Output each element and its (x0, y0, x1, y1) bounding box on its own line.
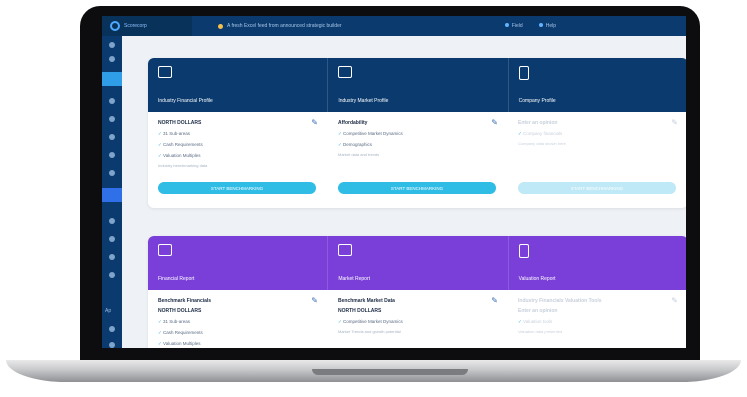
edit-icon[interactable]: ✎ (671, 118, 678, 127)
card-note: Market data and trends (338, 152, 380, 157)
edit-icon[interactable]: ✎ (671, 296, 678, 305)
sidebar-item[interactable] (109, 218, 115, 224)
top-bar: Scorecorp A fresh Excel feed from announ… (102, 16, 686, 36)
card: Affordability ✎ Competitive Market Dynam… (328, 112, 508, 208)
screen: Scorecorp A fresh Excel feed from announ… (102, 16, 686, 348)
card-title: Benchmark Market Data (338, 298, 395, 304)
message-text: A fresh Excel feed from announced strate… (227, 23, 342, 29)
panel-body: Benchmark Financials ✎ NORTH DOLLARS 31 … (148, 290, 686, 348)
card-line: Valuation tools (518, 319, 678, 325)
card-line: Cash Requirements (158, 330, 318, 336)
header-label: Company Profile (518, 98, 556, 104)
header-label: Financial Report (158, 276, 195, 282)
header-col[interactable]: Industry Market Profile (328, 58, 509, 112)
sidebar-item-active[interactable] (102, 72, 122, 86)
header-label: Market Report (338, 276, 371, 282)
edit-icon[interactable]: ✎ (491, 118, 498, 127)
panel-reports: Financial Report Market Report Valuation… (148, 236, 686, 348)
card-note: Company data shown here (518, 141, 566, 146)
header-col[interactable]: Valuation Report (509, 236, 686, 290)
notification-icon (218, 23, 223, 29)
card-title: Enter an opinion (518, 120, 558, 126)
brand[interactable]: Scorecorp (102, 16, 192, 36)
panel-header: Industry Financial Profile Industry Mark… (148, 58, 686, 112)
sidebar-item[interactable] (109, 152, 115, 158)
logo-icon (110, 21, 120, 31)
header-label: Industry Financial Profile (158, 98, 213, 104)
sidebar-item[interactable] (109, 116, 115, 122)
card: Benchmark Financials ✎ NORTH DOLLARS 31 … (148, 290, 328, 348)
header-col[interactable]: Company Profile (509, 58, 686, 112)
top-message: A fresh Excel feed from announced strate… (218, 23, 342, 29)
sidebar-label: Ap (105, 308, 112, 314)
card: NORTH DOLLARS ✎ 31 Sub-areas Cash Requir… (148, 112, 328, 208)
chart-icon (338, 66, 353, 78)
card-line: Demographics (338, 142, 498, 148)
card-title: NORTH DOLLARS (158, 120, 202, 126)
top-menu-item[interactable]: Help (539, 23, 556, 29)
sidebar-item[interactable] (109, 326, 115, 332)
header-col[interactable]: Market Report (328, 236, 509, 290)
card-note: Industry benchmarking data (158, 163, 208, 168)
briefcase-icon (158, 66, 172, 78)
card-title: Industry Financials Valuation Tools (518, 298, 602, 304)
header-col[interactable]: Financial Report (148, 236, 329, 290)
laptop-notch (312, 369, 468, 375)
sidebar: Ap (102, 36, 122, 348)
card-line: 31 Sub-areas (158, 319, 318, 325)
header-col[interactable]: Industry Financial Profile (148, 58, 329, 112)
card-line: 31 Sub-areas (158, 131, 318, 137)
header-label: Valuation Report (518, 276, 556, 282)
report-icon (158, 244, 172, 256)
building-icon (518, 66, 529, 80)
card: Enter an opinion ✎ Company financials Co… (508, 112, 686, 208)
card-line: Competitive Market Dynamics (338, 131, 498, 137)
card-title: Benchmark Financials (158, 298, 212, 304)
card-line: Cash Requirements (158, 142, 318, 148)
sidebar-item[interactable] (109, 98, 115, 104)
card: Industry Financials Valuation Tools ✎ En… (508, 290, 686, 348)
edit-icon[interactable]: ✎ (311, 296, 318, 305)
card-title: Affordability (338, 120, 368, 126)
card-line: Competitive Market Dynamics (338, 319, 498, 325)
header-label: Industry Market Profile (338, 98, 389, 104)
sidebar-item[interactable] (109, 236, 115, 242)
sidebar-item[interactable] (109, 272, 115, 278)
card-subtitle: Enter an opinion (518, 308, 558, 314)
sidebar-item[interactable] (109, 134, 115, 140)
start-button[interactable]: START BENCHMARKING (338, 182, 496, 194)
home-icon[interactable] (109, 56, 115, 62)
sidebar-item-highlight[interactable] (102, 188, 122, 202)
card: Benchmark Market Data ✎ NORTH DOLLARS Co… (328, 290, 508, 348)
start-button[interactable]: START BENCHMARKING (158, 182, 316, 194)
brand-name: Scorecorp (124, 23, 147, 29)
panel-body: NORTH DOLLARS ✎ 31 Sub-areas Cash Requir… (148, 112, 686, 208)
edit-icon[interactable]: ✎ (491, 296, 498, 305)
top-right-menu: Field Help (505, 23, 556, 29)
card-line: Valuation Multiples (158, 341, 318, 347)
card-note: Valuation data presented (518, 329, 563, 334)
card-line: Valuation Multiples (158, 153, 318, 159)
edit-icon[interactable]: ✎ (311, 118, 318, 127)
card-subtitle: NORTH DOLLARS (158, 308, 202, 314)
card-subtitle: NORTH DOLLARS (338, 308, 382, 314)
sidebar-item[interactable] (109, 170, 115, 176)
panel-header: Financial Report Market Report Valuation… (148, 236, 686, 290)
sidebar-item[interactable] (109, 254, 115, 260)
valuation-icon (518, 244, 529, 258)
market-icon (338, 244, 353, 256)
laptop-frame: Scorecorp A fresh Excel feed from announ… (0, 0, 747, 397)
panel-profiles: Industry Financial Profile Industry Mark… (148, 58, 686, 208)
top-menu-item[interactable]: Field (505, 23, 523, 29)
sidebar-item[interactable] (109, 342, 115, 348)
start-button-disabled[interactable]: START BENCHMARKING (518, 182, 676, 194)
card-line: Company financials (518, 131, 678, 137)
card-note: Market Trends and growth potential (338, 329, 401, 334)
menu-icon[interactable] (109, 42, 115, 48)
